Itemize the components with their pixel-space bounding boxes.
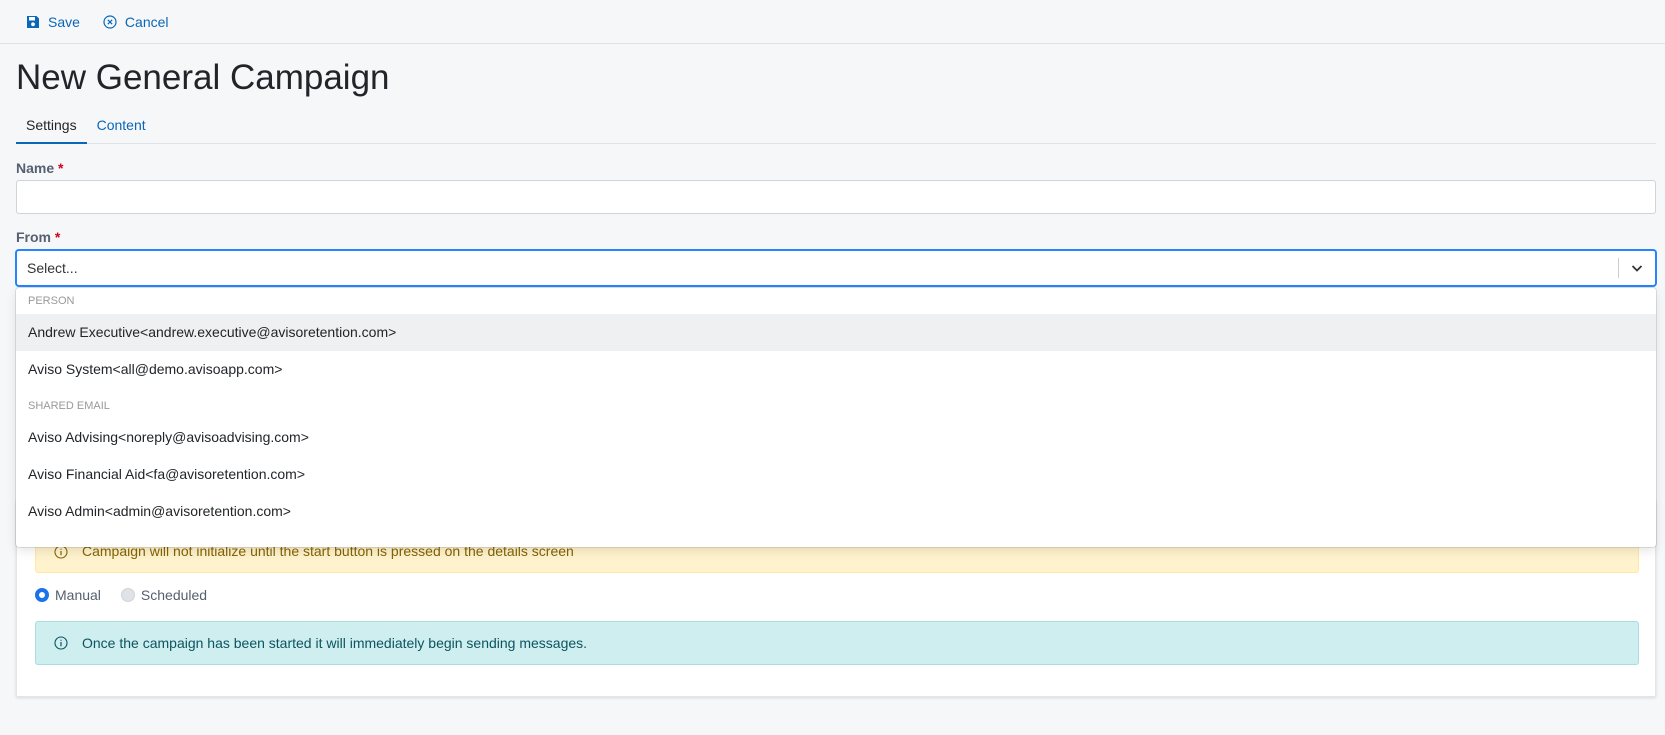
- dropdown-option[interactable]: Aviso Financial Aid<fa@avisoretention.co…: [16, 456, 1656, 493]
- radio-manual[interactable]: [35, 588, 49, 602]
- floppy-disk-icon: [27, 15, 39, 28]
- tab-content[interactable]: Content: [87, 108, 156, 144]
- dropdown-option[interactable]: Aviso Advising<noreply@avisoadvising.com…: [16, 419, 1656, 456]
- name-label: Name *: [16, 160, 63, 176]
- toolbar: Save Cancel: [0, 0, 1665, 44]
- from-select[interactable]: Select...: [16, 250, 1656, 286]
- info-circle-icon: [54, 636, 68, 650]
- radio-scheduled-label[interactable]: Scheduled: [141, 587, 207, 603]
- dropdown-option[interactable]: Aviso System<all@demo.avisoapp.com>: [16, 351, 1656, 388]
- save-button-label: Save: [48, 13, 80, 30]
- from-label: From *: [16, 229, 60, 245]
- from-dropdown-menu: PERSON Andrew Executive<andrew.executive…: [16, 288, 1656, 547]
- name-input[interactable]: [16, 180, 1656, 214]
- dropdown-option[interactable]: Andrew Executive<andrew.executive@avisor…: [16, 314, 1656, 351]
- group-heading-shared-email: SHARED EMAIL: [28, 400, 110, 412]
- cancel-button[interactable]: Cancel: [103, 14, 169, 30]
- cancel-button-label: Cancel: [124, 13, 169, 30]
- chevron-down-icon: [1631, 265, 1643, 272]
- info-text: Once the campaign has been started it wi…: [82, 635, 588, 651]
- tab-bar: Settings Content: [16, 108, 1656, 144]
- save-button[interactable]: Save: [26, 14, 80, 30]
- info-circle-icon: [54, 545, 68, 559]
- start-mode-radio-group: Manual Scheduled: [35, 587, 227, 603]
- tab-settings[interactable]: Settings: [16, 108, 87, 144]
- radio-manual-label[interactable]: Manual: [55, 587, 101, 603]
- info-alert: Once the campaign has been started it wi…: [35, 621, 1639, 665]
- from-select-placeholder: Select...: [27, 260, 78, 276]
- name-label-text: Name: [16, 160, 55, 176]
- circle-x-icon: [103, 14, 117, 29]
- from-label-text: From: [16, 229, 51, 245]
- from-select-toggle[interactable]: [1619, 261, 1655, 275]
- group-heading-person: PERSON: [28, 295, 75, 307]
- required-marker: *: [58, 160, 64, 176]
- dropdown-option[interactable]: Aviso Admin<admin@avisoretention.com>: [16, 493, 1656, 530]
- required-marker: *: [54, 229, 61, 245]
- radio-scheduled[interactable]: [120, 588, 135, 602]
- group-divider: [16, 388, 1656, 398]
- page-title: New General Campaign: [16, 58, 390, 97]
